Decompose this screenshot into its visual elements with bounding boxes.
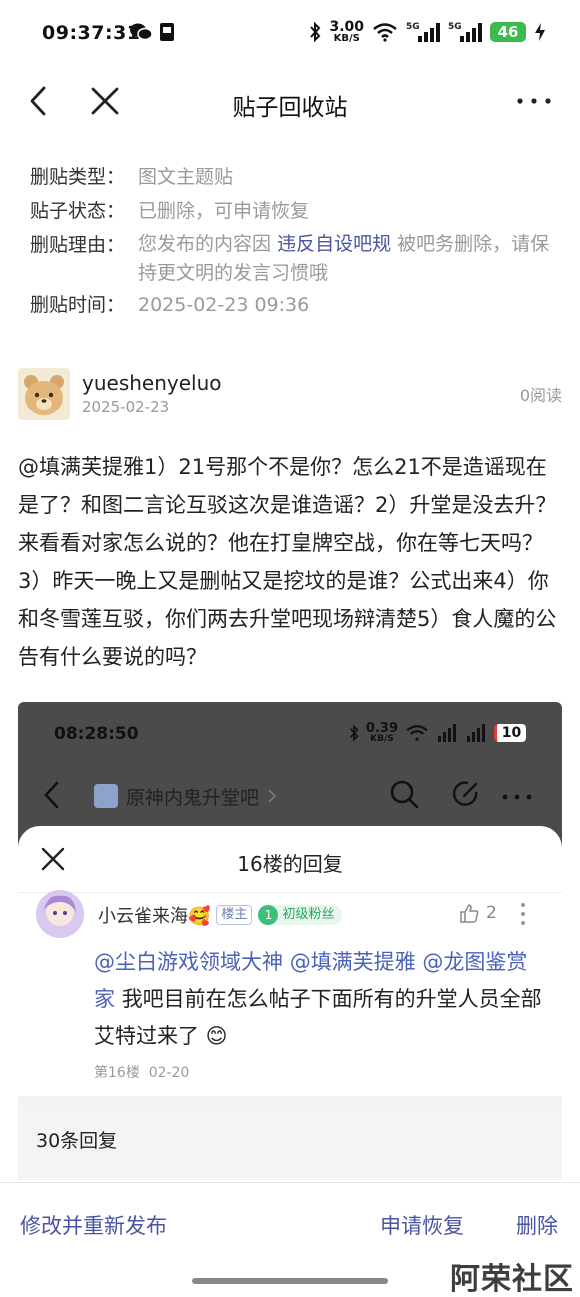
status-right-icons: 3.00 KB/S 5G 5G 46: [309, 20, 546, 44]
more-icon: [502, 794, 532, 800]
signal-icon: [467, 724, 485, 742]
status-notification-icons: [130, 22, 176, 42]
avatar[interactable]: [18, 368, 70, 420]
chevron-right-icon: [268, 789, 277, 803]
divider: [0, 1182, 580, 1183]
mention: @填满芙提雅: [289, 950, 416, 974]
status-time: 09:37:31: [42, 22, 141, 44]
reply-username: 小云雀来海🥰: [98, 906, 211, 927]
info-row-type: 删贴类型： 图文主题贴: [30, 160, 560, 194]
reply-content: 我吧目前在怎么帖子下面所有的升堂人员全部艾特过来了 😊: [94, 987, 542, 1048]
type-value: 图文主题贴: [138, 166, 234, 188]
mention: @尘白游戏领域大神: [94, 950, 283, 974]
wifi-icon: [373, 23, 397, 42]
time-label: 删贴时间：: [30, 294, 126, 316]
embedded-battery: 10: [494, 724, 526, 742]
more-vertical-icon: [521, 903, 525, 925]
anime-avatar-icon: [44, 895, 76, 926]
battery-indicator: 46: [490, 22, 526, 42]
level-badge: 1 初级粉丝: [258, 905, 343, 925]
sim-card-icon: [160, 23, 174, 41]
reason-prefix: 您发布的内容因: [138, 233, 272, 255]
info-row-status: 贴子状态： 已删除，可申请恢复: [30, 194, 560, 228]
info-row-time: 删贴时间： 2025-02-23 09:36: [30, 288, 560, 322]
restore-button[interactable]: 申请恢复: [380, 1210, 464, 1240]
signal-5g-icon: 5G: [448, 22, 482, 42]
rule-link[interactable]: 违反自设吧规: [277, 233, 391, 255]
delete-button[interactable]: 删除: [516, 1210, 558, 1240]
divider: [18, 892, 562, 893]
reply-text: @尘白游戏领域大神 @填满芙提雅 @龙图鉴赏家 我吧目前在怎么帖子下面所有的升堂…: [94, 944, 544, 1055]
more-icon[interactable]: [514, 84, 554, 118]
deletion-info: 删贴类型： 图文主题贴 贴子状态： 已删除，可申请恢复 删贴理由： 您发布的内容…: [30, 160, 560, 322]
embedded-status-icons: 0.39 KB/S 10: [349, 722, 526, 744]
watermark: 阿荣社区: [450, 1262, 574, 1297]
wifi-icon: [406, 725, 428, 741]
status-label: 贴子状态：: [30, 200, 126, 222]
owner-badge: 楼主: [216, 905, 253, 925]
time-value: 2025-02-23 09:36: [138, 294, 310, 316]
forum-name: 原神内鬼升堂吧: [126, 786, 260, 809]
reason-value: 您发布的内容因 违反自设吧规 被吧务删除，请保持更文明的发言习惯哦: [138, 228, 560, 288]
embedded-time: 08:28:50: [54, 724, 139, 744]
like-count: 2: [458, 902, 497, 924]
status-bar: 09:37:31 3.00 KB/S 5G 5G 46: [0, 0, 580, 70]
edit-repost-button[interactable]: 修改并重新发布: [20, 1210, 167, 1240]
network-speed: 3.00 KB/S: [329, 19, 364, 44]
search-icon: [390, 780, 419, 809]
reply-count: 30条回复: [36, 1130, 118, 1152]
type-label: 删贴类型：: [30, 166, 126, 188]
author-name[interactable]: yueshenyeluo: [82, 371, 222, 395]
back-icon: [44, 781, 59, 809]
nav-bar: 贴子回收站: [0, 70, 580, 134]
bluetooth-icon: [310, 22, 321, 42]
embedded-screenshot[interactable]: 08:28:50 0.39 KB/S 10 原神内鬼升堂吧 16楼的回复 小云雀来…: [18, 702, 562, 1180]
post-date: 2025-02-23: [82, 398, 170, 416]
bear-avatar-icon: [24, 375, 64, 415]
reply-user-row: 小云雀来海🥰 楼主 1 初级粉丝: [98, 902, 343, 928]
edit-icon: [452, 781, 478, 806]
author-row: yueshenyeluo 2025-02-23 0阅读: [18, 368, 562, 424]
signal-icon: [438, 724, 456, 742]
signal-5g-icon: 5G: [406, 22, 440, 42]
thumbs-up-icon: [460, 904, 479, 923]
embedded-forum-title: 原神内鬼升堂吧: [94, 780, 277, 812]
post-body: @填满芙提雅1）21号那个不是你？怎么21不是造谣现在是了？和图二言论互驳这次是…: [18, 455, 557, 669]
reply-meta: 第16楼 02-20: [94, 1065, 190, 1081]
reply-avatar: [36, 890, 84, 938]
sheet-title: 16楼的回复: [237, 852, 343, 876]
reason-label: 删贴理由：: [30, 234, 126, 256]
info-row-reason: 删贴理由： 您发布的内容因 违反自设吧规 被吧务删除，请保持更文明的发言习惯哦: [30, 228, 560, 288]
reply-sheet: 16楼的回复 小云雀来海🥰 楼主 1 初级粉丝 2 @尘白游戏领域大神 @填满芙提…: [18, 826, 562, 1096]
read-count: 0阅读: [519, 386, 562, 405]
divider: [18, 1096, 562, 1106]
bluetooth-icon: [349, 724, 359, 742]
page-title: 贴子回收站: [232, 95, 348, 121]
charging-icon: [535, 23, 545, 41]
status-value: 已删除，可申请恢复: [138, 200, 310, 222]
home-indicator[interactable]: [192, 1278, 388, 1284]
embedded-network-speed: 0.39 KB/S: [365, 721, 398, 744]
forum-logo-icon: [94, 784, 118, 808]
wechat-icon: [130, 23, 152, 41]
